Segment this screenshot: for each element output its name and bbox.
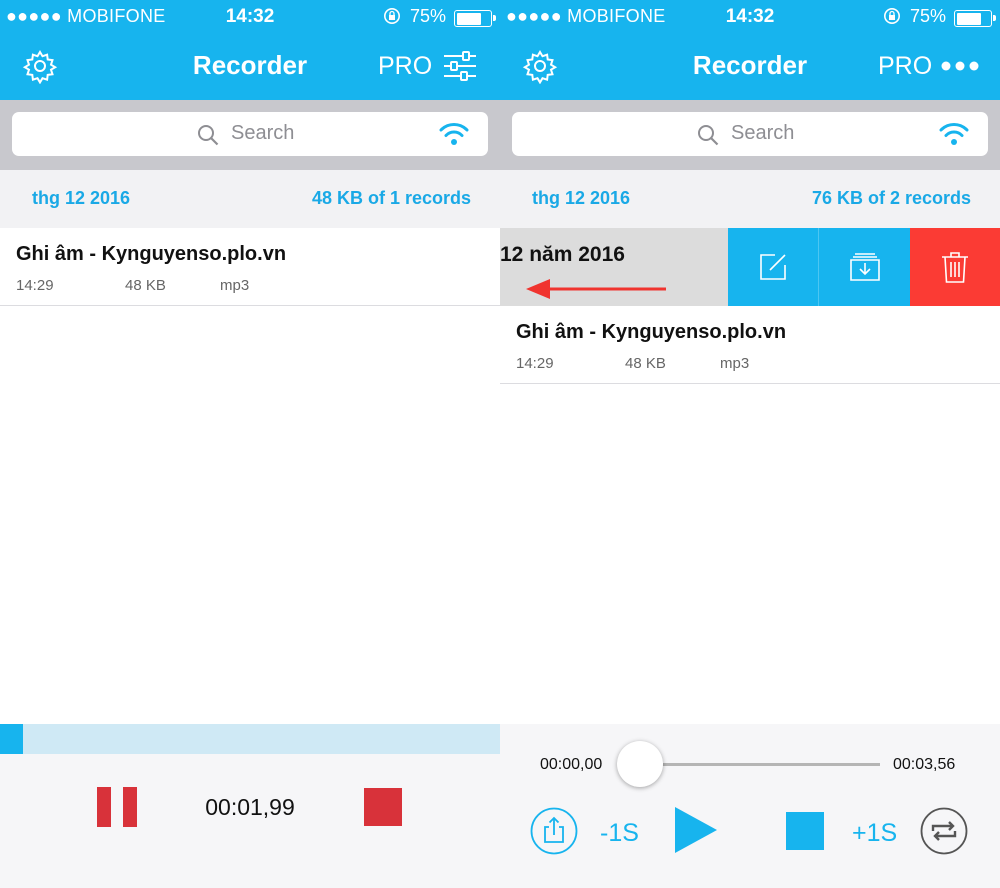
recording-name-fragment: 12 năm 2016	[500, 243, 625, 266]
rotation-lock-icon	[884, 8, 900, 24]
recording-name: Ghi âm - Kynguyenso.plo.vn	[16, 243, 287, 265]
section-header: thg 12 2016 76 KB of 2 records	[500, 170, 1000, 228]
status-bar: ●●●●● MOBIFONE 14:32 75%	[0, 4, 500, 30]
skip-forward-button[interactable]: +1S	[852, 819, 897, 848]
battery-percent: 75%	[910, 6, 947, 26]
swipe-left-arrow-icon	[526, 279, 666, 299]
current-time: 00:00,00	[540, 756, 603, 773]
repeat-icon[interactable]	[920, 807, 968, 855]
export-button[interactable]	[819, 228, 910, 306]
swiped-recording-row[interactable]: 12 năm 2016	[500, 228, 1000, 306]
wifi-transfer-icon[interactable]	[938, 121, 970, 147]
search-icon	[198, 125, 219, 146]
trash-icon	[942, 252, 968, 283]
recording-name: Ghi âm - Kynguyenso.plo.vn	[516, 321, 787, 343]
search-placeholder: Search	[731, 122, 795, 144]
section-summary: 76 KB of 2 records	[811, 188, 971, 208]
recorder-list-screen: ●●●●● MOBIFONE 14:32 75% Recorder PRO Se…	[0, 0, 500, 888]
recording-time: 14:29	[516, 355, 554, 372]
rename-button[interactable]	[728, 228, 819, 306]
recording-progress-fill	[0, 724, 23, 754]
nav-header: ●●●●● MOBIFONE 14:32 75% Recorder PRO	[0, 0, 500, 100]
recording-format: mp3	[220, 277, 250, 294]
section-date: thg 12 2016	[32, 188, 131, 208]
stop-recording-button[interactable]	[364, 788, 402, 826]
recording-size: 48 KB	[125, 277, 166, 294]
search-input[interactable]: Search	[12, 112, 488, 156]
seek-track[interactable]	[630, 763, 880, 766]
battery-percent: 75%	[410, 6, 447, 26]
section-date: thg 12 2016	[532, 188, 631, 208]
pro-button[interactable]: PRO	[378, 52, 432, 81]
seek-knob[interactable]	[617, 741, 663, 787]
recording-size: 48 KB	[625, 355, 666, 372]
search-bar: Search	[500, 100, 1000, 170]
pro-button[interactable]: PRO	[878, 52, 932, 81]
wifi-transfer-icon[interactable]	[438, 121, 470, 147]
section-header: thg 12 2016 48 KB of 1 records	[0, 170, 500, 228]
search-bar: Search	[0, 100, 500, 170]
recording-format: mp3	[720, 355, 750, 372]
nav-header: ●●●●● MOBIFONE 14:32 75% Recorder PRO	[500, 0, 1000, 100]
settings-sliders-icon[interactable]	[442, 50, 478, 82]
search-placeholder: Search	[231, 122, 295, 144]
play-icon[interactable]	[673, 805, 719, 855]
download-tray-icon	[849, 253, 880, 281]
delete-button[interactable]	[910, 228, 1000, 306]
swiped-row-content[interactable]: 12 năm 2016	[500, 228, 728, 306]
recording-timer: 00:01,99	[205, 794, 295, 820]
recording-controls: 00:01,99	[0, 754, 500, 888]
battery-fill	[956, 12, 982, 25]
recording-progress-bar	[0, 724, 500, 754]
battery-icon	[454, 10, 496, 27]
stop-button[interactable]	[786, 812, 824, 850]
status-bar: ●●●●● MOBIFONE 14:32 75%	[500, 4, 1000, 30]
recording-row[interactable]: Ghi âm - Kynguyenso.plo.vn 14:29 48 KB m…	[500, 306, 1000, 384]
skip-back-button[interactable]: -1S	[600, 819, 639, 848]
more-options-icon[interactable]	[940, 60, 980, 72]
battery-icon	[954, 10, 996, 27]
share-icon[interactable]	[530, 807, 578, 855]
total-time: 00:03,56	[893, 756, 956, 773]
search-input[interactable]: Search	[512, 112, 988, 156]
recorder-player-screen: ●●●●● MOBIFONE 14:32 75% Recorder PRO Se…	[500, 0, 1000, 888]
section-summary: 48 KB of 1 records	[311, 188, 471, 208]
battery-fill	[456, 12, 482, 25]
search-icon	[698, 125, 719, 146]
recording-time: 14:29	[16, 277, 54, 294]
recording-row[interactable]: Ghi âm - Kynguyenso.plo.vn 14:29 48 KB m…	[0, 228, 500, 306]
edit-icon	[760, 254, 786, 280]
rotation-lock-icon	[384, 8, 400, 24]
audio-player: 00:00,00 00:03,56 -1S +1S	[500, 724, 1000, 888]
